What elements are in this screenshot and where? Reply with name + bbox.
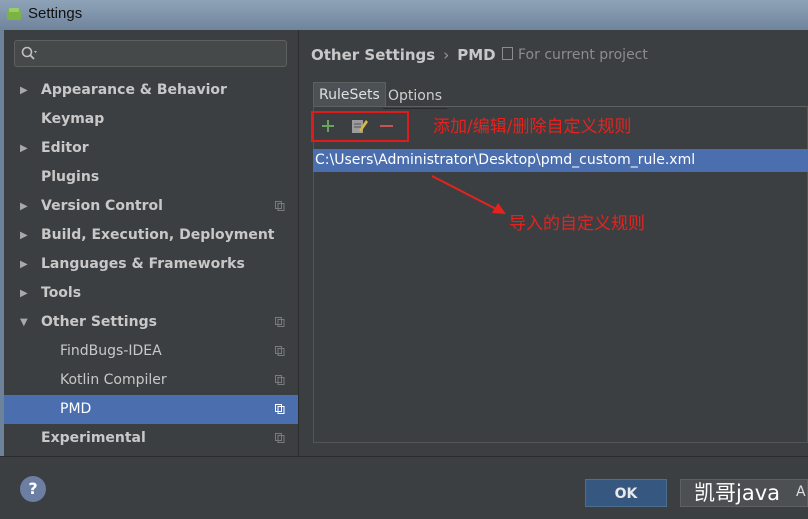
chevron-down-icon[interactable]: ▼ [20,308,28,337]
breadcrumb-parent[interactable]: Other Settings [311,46,435,64]
sidebar-item-keymap[interactable]: Keymap [4,105,298,134]
import-annotation: 导入的自定义规则 [509,214,645,234]
sidebar-item-experimental[interactable]: Experimental [4,424,298,453]
project-settings-icon [275,201,285,211]
window-title: Settings [28,5,83,22]
sidebar-item-label: Plugins [41,169,100,185]
plus-icon[interactable] [318,116,338,136]
sidebar-item-label: Languages & Frameworks [41,256,245,272]
watermark-text: 凯哥java [694,481,780,505]
sidebar-item-label: Appearance & Behavior [41,82,227,98]
sidebar-item-tools[interactable]: ▶ Tools [4,279,298,308]
sidebar-item-build-execution-deployment[interactable]: ▶ Build, Execution, Deployment [4,221,298,250]
android-studio-icon [7,8,21,20]
scope-label: For current project [502,47,648,63]
sidebar-item-label: FindBugs-IDEA [60,343,162,359]
sidebar-item-appearance-behavior[interactable]: ▶ Appearance & Behavior [4,76,298,105]
tab-rulesets[interactable]: RuleSets [313,82,386,107]
sidebar-item-label: Other Settings [41,314,157,330]
sidebar-item-version-control[interactable]: ▶ Version Control [4,192,298,221]
project-settings-icon [275,433,285,443]
project-settings-icon [275,404,285,414]
chevron-right-icon[interactable]: ▶ [20,76,28,105]
search-icon [21,46,37,60]
chevron-right-icon[interactable]: ▶ [20,279,28,308]
sidebar-item-label: Keymap [41,111,105,127]
sidebar-item-languages-frameworks[interactable]: ▶ Languages & Frameworks [4,250,298,279]
sidebar-item-kotlin-compiler[interactable]: Kotlin Compiler [4,366,298,395]
chevron-right-icon[interactable]: ▶ [20,250,28,279]
window-titlebar: Settings [0,0,808,30]
sidebar-item-label: Editor [41,140,89,156]
chevron-right-icon[interactable]: ▶ [20,192,28,221]
annotation-arrow-icon [431,175,506,214]
project-settings-icon [275,375,285,385]
ok-button[interactable]: OK [585,479,667,507]
sidebar-item-plugins[interactable]: Plugins [4,163,298,192]
help-button[interactable]: ? [20,476,46,502]
ruleset-list-item[interactable]: C:\Users\Administrator\Desktop\pmd_custo… [313,149,808,172]
apply-button-fragment[interactable]: A [796,484,806,500]
toolbar-annotation: 添加/编辑/删除自定义规则 [433,117,632,137]
project-scope-icon [502,47,513,60]
search-input[interactable] [14,40,287,67]
chevron-right-icon[interactable]: ▶ [20,221,28,250]
project-settings-icon [275,346,285,356]
sidebar-item-editor[interactable]: ▶ Editor [4,134,298,163]
sidebar-item-label: PMD [60,401,92,417]
sidebar-item-label: Tools [41,285,82,301]
sidebar-item-label: Kotlin Compiler [60,372,167,388]
project-settings-icon [275,317,285,327]
breadcrumb: Other Settings › PMD [311,46,496,64]
sidebar-item-label: Build, Execution, Deployment [41,227,275,243]
breadcrumb-current: PMD [457,46,496,64]
breadcrumb-separator: › [443,46,450,64]
scope-text: For current project [518,47,648,63]
chevron-right-icon[interactable]: ▶ [20,134,28,163]
minus-icon[interactable] [376,116,396,136]
sidebar-item-pmd[interactable]: PMD [4,395,298,424]
sidebar-item-label: Experimental [41,430,146,446]
sidebar-item-other-settings[interactable]: ▼ Other Settings [4,308,298,337]
sidebar-item-label: Version Control [41,198,163,214]
edit-icon[interactable] [349,116,369,136]
settings-tree: ▶ Appearance & Behavior Keymap ▶ Editor Plugi… [4,76,298,453]
sidebar-item-findbugs-idea[interactable]: FindBugs-IDEA [4,337,298,366]
